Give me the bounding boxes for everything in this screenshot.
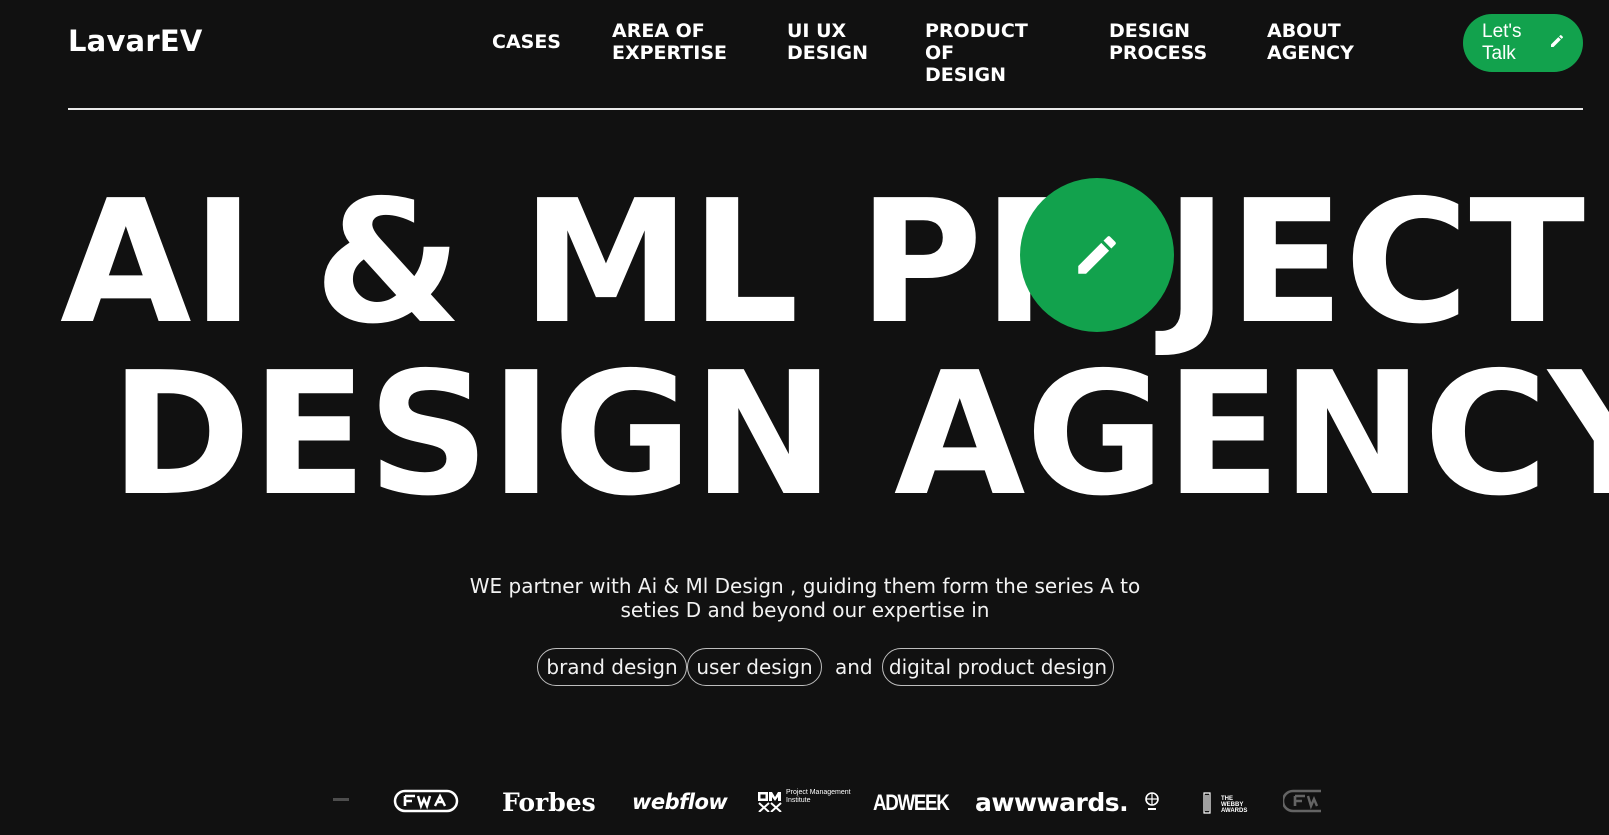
nav-design-process[interactable]: DESIGN PROCESS (1109, 20, 1207, 64)
pill-user-design[interactable]: user design (687, 648, 822, 686)
nav-ui-ux-design[interactable]: UI UX DESIGN (787, 20, 868, 64)
webby-awards-logo: THE WEBBY AWARDS (1203, 792, 1247, 818)
webby-label: THE WEBBY AWARDS (1221, 796, 1248, 814)
forbes-logo: Forbes (502, 788, 596, 817)
partial-logo-left (331, 792, 351, 806)
hero-title-part-1: AI & ML PR (60, 164, 1114, 362)
pmi-label: Project Management Institute (786, 789, 851, 804)
fwa-logo-faded (1281, 788, 1323, 818)
hero-description: WE partner with Ai & Ml Design , guiding… (469, 574, 1141, 622)
webflow-logo: webflow (632, 790, 728, 814)
awwwards-logo: awwwards. (975, 788, 1129, 817)
main-nav: CASES AREA OF EXPERTISE UI UX DESIGN PRO… (0, 20, 1609, 86)
hero-edit-badge[interactable] (1020, 178, 1174, 332)
pill-digital-product-design[interactable]: digital product design (882, 648, 1114, 686)
pencil-icon (1549, 33, 1569, 53)
expertise-pills: brand design user design and digital pro… (0, 648, 1609, 686)
pmi-logo: Project Management Institute (758, 789, 851, 816)
client-logos: Forbes webflow Project Management Instit… (0, 778, 1609, 828)
globe-award-icon (1144, 792, 1160, 816)
page: LavarEV CASES AREA OF EXPERTISE UI UX DE… (0, 0, 1609, 835)
nav-area-of-expertise[interactable]: AREA OF EXPERTISE (612, 20, 732, 64)
lets-talk-button[interactable]: Let's Talk (1463, 14, 1583, 72)
header-divider (68, 108, 1583, 110)
fwa-logo (393, 788, 459, 818)
nav-cases[interactable]: CASES (492, 31, 561, 53)
lets-talk-label: Let's Talk (1482, 21, 1522, 64)
adweek-logo: ADWEEK (873, 790, 950, 815)
pill-brand-design[interactable]: brand design (537, 648, 687, 686)
hero-title-part-2: JECT (1165, 164, 1586, 362)
nav-product-of-design[interactable]: PRODUCT OF DESIGN (925, 20, 1040, 86)
pills-connector: and (835, 655, 873, 679)
nav-about-agency[interactable]: ABOUT AGENCY (1267, 20, 1362, 64)
hero-title-part-3: DESIGN AGENCY (110, 336, 1609, 534)
pencil-icon (1078, 236, 1116, 274)
